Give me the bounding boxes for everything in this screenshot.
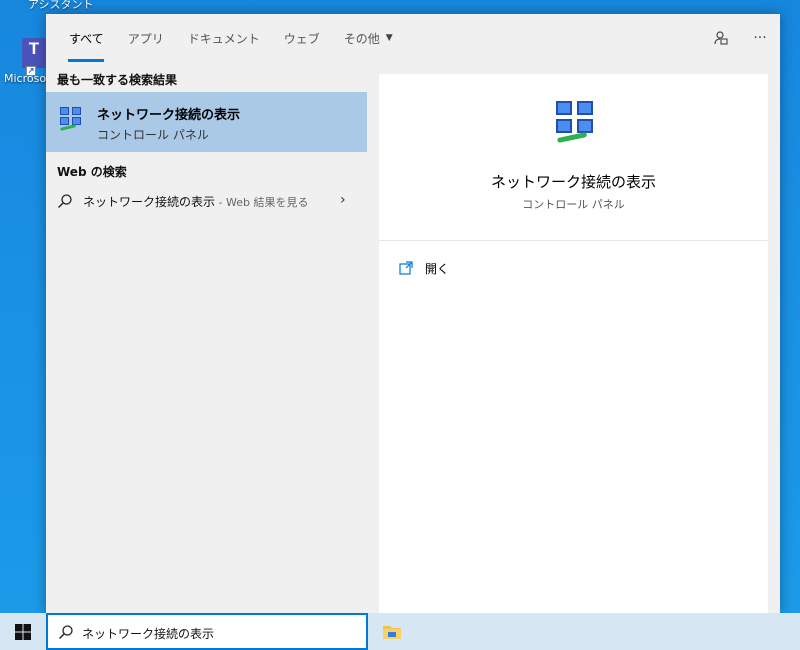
taskbar-search-box[interactable]: ネットワーク接続の表示	[46, 613, 368, 650]
detail-header: ネットワーク接続の表示 コントロール パネル	[379, 74, 768, 239]
web-search-query: ネットワーク接続の表示	[83, 195, 216, 209]
tab-apps-label: アプリ	[127, 31, 164, 46]
results-list: 最も一致する検索結果 ネットワーク接続の表示 コントロール パネル Web の検…	[46, 62, 367, 613]
best-match-item[interactable]: ネットワーク接続の表示 コントロール パネル	[46, 92, 367, 152]
tab-all-label: すべて	[69, 31, 104, 46]
tab-more-label: その他	[343, 31, 380, 46]
more-options-button[interactable]: ···	[740, 14, 780, 62]
feedback-icon	[714, 31, 728, 45]
search-icon	[58, 194, 72, 208]
taskbar-search-input[interactable]: ネットワーク接続の表示	[82, 625, 214, 642]
search-panel: すべて アプリ ドキュメント ウェブ その他 ▼ ··· 最も一致する検索結果	[46, 14, 780, 613]
open-label: 開く	[425, 261, 450, 276]
tab-web-label: ウェブ	[283, 31, 320, 46]
tab-actions: ···	[700, 14, 780, 62]
tab-documents-label: ドキュメント	[187, 31, 260, 46]
taskbar: ネットワーク接続の表示	[0, 613, 800, 650]
feedback-button[interactable]	[700, 14, 740, 62]
start-button[interactable]	[0, 613, 46, 650]
detail-pane: ネットワーク接続の表示 コントロール パネル 開く	[379, 74, 768, 613]
windows-logo-icon	[15, 623, 31, 640]
divider	[379, 240, 768, 241]
chevron-right-icon: ›	[340, 192, 346, 208]
best-match-subtitle: コントロール パネル	[97, 128, 209, 142]
tab-apps[interactable]: アプリ	[116, 14, 176, 62]
network-connections-large-icon	[556, 101, 593, 143]
caret-down-icon: ▼	[385, 33, 393, 43]
tab-all[interactable]: すべて	[46, 14, 116, 62]
detail-subtitle: コントロール パネル	[522, 198, 625, 211]
open-icon	[399, 261, 413, 275]
best-match-title: ネットワーク接続の表示	[97, 108, 241, 123]
teams-icon[interactable]: T ↗	[22, 38, 46, 76]
search-icon	[59, 625, 73, 639]
search-tabs: すべて アプリ ドキュメント ウェブ その他 ▼ ···	[46, 14, 780, 62]
web-search-item[interactable]: ネットワーク接続の表示 - Web 結果を見る ›	[46, 188, 367, 214]
best-match-header: 最も一致する検索結果	[57, 73, 178, 87]
desktop-label-top: アシスタント	[28, 0, 94, 11]
folder-icon	[383, 625, 401, 639]
open-button[interactable]: 開く	[399, 258, 449, 278]
web-search-suffix: - Web 結果を見る	[215, 196, 309, 209]
network-connections-icon	[60, 107, 81, 131]
file-explorer-button[interactable]	[372, 613, 412, 650]
tab-web[interactable]: ウェブ	[272, 14, 332, 62]
web-search-text: ネットワーク接続の表示 - Web 結果を見る	[83, 193, 308, 210]
web-search-header: Web の検索	[57, 165, 127, 179]
desktop-icon-label[interactable]: Microsoft	[4, 72, 46, 85]
tab-documents[interactable]: ドキュメント	[176, 14, 272, 62]
detail-title: ネットワーク接続の表示	[490, 173, 656, 191]
tab-more[interactable]: その他 ▼	[332, 14, 405, 62]
more-options-label: ···	[753, 30, 767, 46]
